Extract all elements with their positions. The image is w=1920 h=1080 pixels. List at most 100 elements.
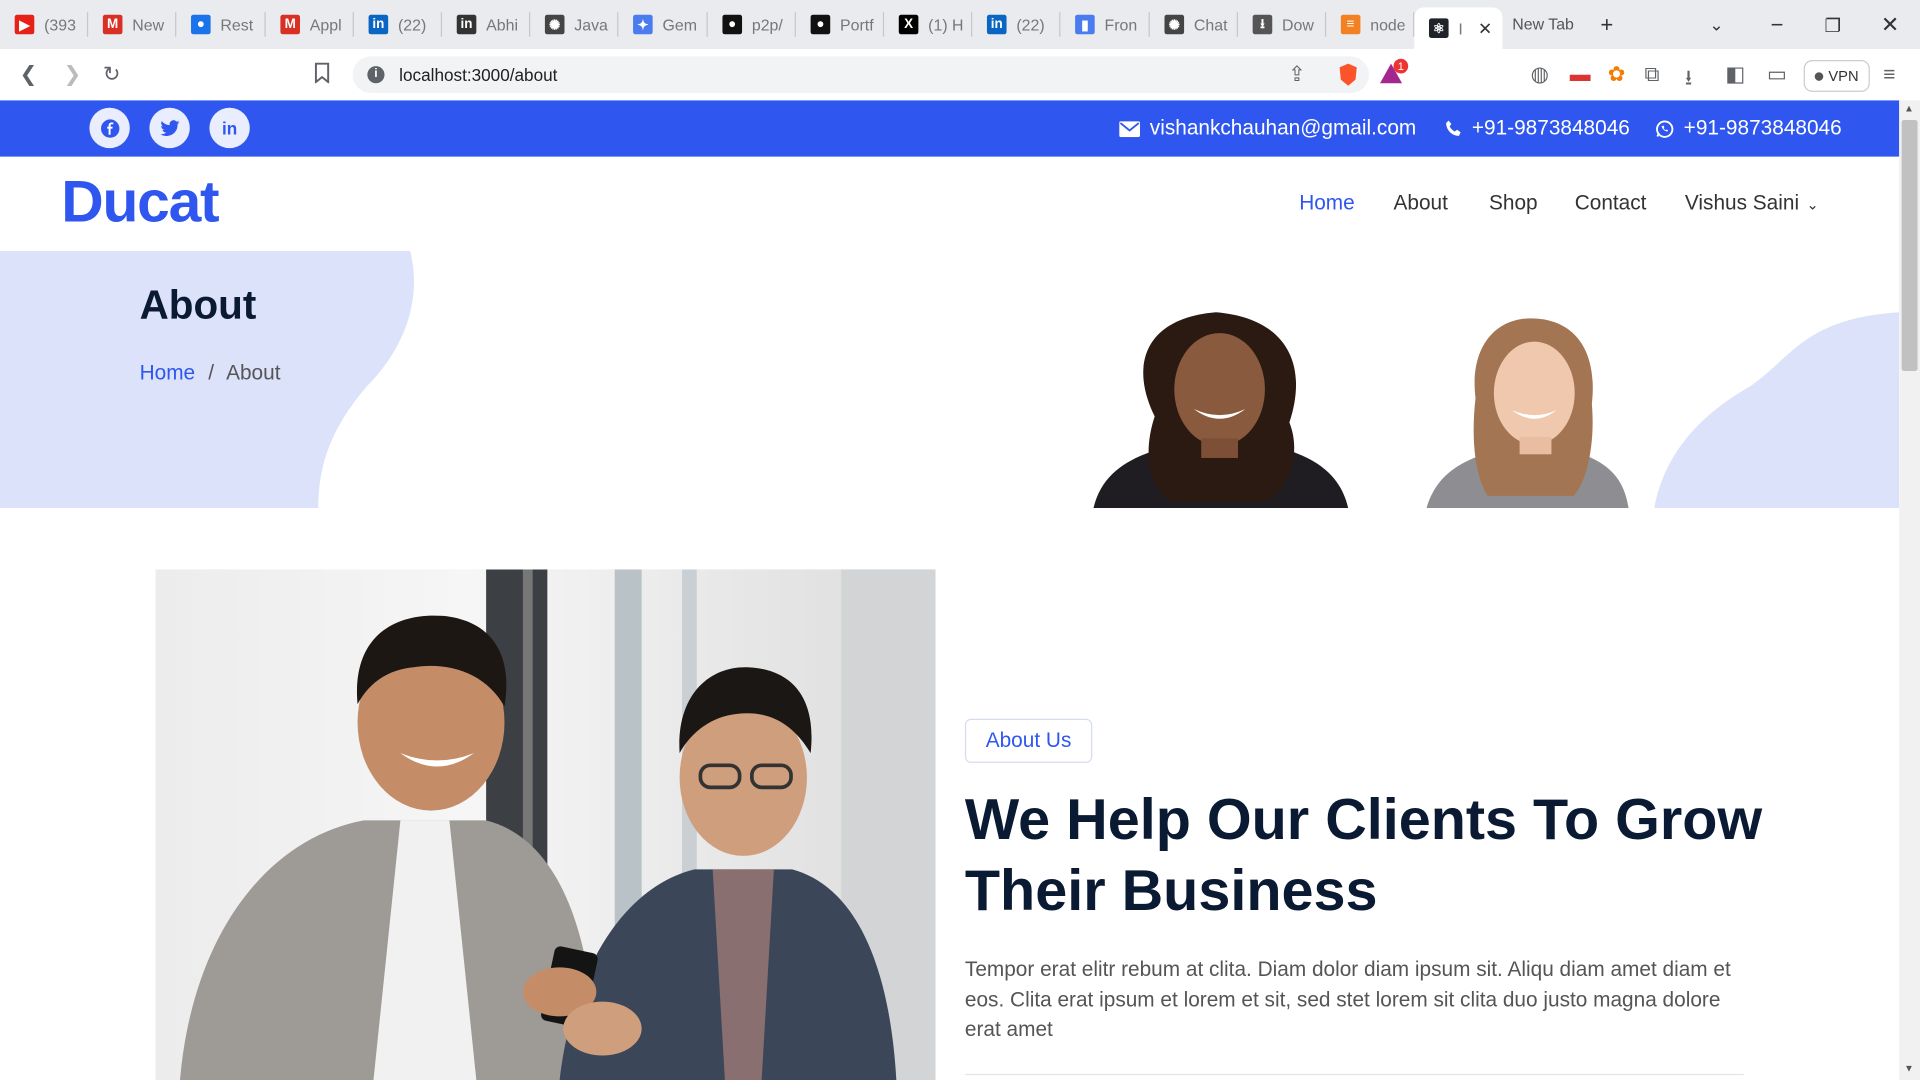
tab-label: (22) xyxy=(397,15,427,34)
github-icon: ● xyxy=(722,14,743,35)
brand-logo[interactable]: Ducat xyxy=(61,169,219,236)
browser-tab[interactable]: in Abhi xyxy=(442,7,530,41)
nav-home[interactable]: Home xyxy=(1299,191,1355,215)
extension-red-icon[interactable]: ▬ xyxy=(1570,62,1591,86)
tab-separator xyxy=(1324,12,1327,37)
breadcrumb-separator: / xyxy=(208,361,215,385)
openai-icon: ✺ xyxy=(1164,14,1185,35)
gmail-icon: M xyxy=(102,14,123,35)
tab-label: New xyxy=(132,15,165,34)
url-text[interactable]: localhost:3000/about xyxy=(399,65,557,85)
breadcrumb-home[interactable]: Home xyxy=(140,361,196,384)
envelope-icon xyxy=(1119,120,1141,137)
nav-shop[interactable]: Shop xyxy=(1489,191,1538,215)
tab-separator xyxy=(175,12,177,37)
wallet-icon[interactable]: ▭ xyxy=(1767,62,1787,86)
browser-tab[interactable]: ● Rest xyxy=(176,7,264,41)
x-icon: X xyxy=(898,14,919,35)
tab-separator xyxy=(706,12,708,37)
browser-tab[interactable]: in (22) xyxy=(354,7,442,41)
close-window-icon[interactable]: ✕ xyxy=(1881,12,1899,38)
browser-tab[interactable]: ≡ node xyxy=(1326,7,1414,41)
business-people-illustration xyxy=(180,569,936,1080)
address-bar[interactable]: i localhost:3000/about xyxy=(352,56,1369,94)
nav-about[interactable]: About xyxy=(1393,191,1447,215)
browser-tab[interactable]: ✦ Gem xyxy=(618,7,706,41)
whatsapp-text: +91-9873848046 xyxy=(1683,116,1842,140)
tab-label: Rest xyxy=(220,15,254,34)
tab-separator xyxy=(528,12,531,37)
linkedin-icon: in xyxy=(368,14,389,35)
reload-icon[interactable]: ↻ xyxy=(103,62,120,86)
tab-label: Fron xyxy=(1104,15,1138,34)
nav-user-name: Vishus Saini xyxy=(1684,191,1800,215)
tab-close-icon[interactable]: ✕ xyxy=(1478,18,1492,39)
linkedin-icon: in xyxy=(456,14,477,35)
tab-separator xyxy=(440,12,443,37)
tab-search-chevron-icon[interactable]: ⌄ xyxy=(1709,15,1723,36)
browser-tab[interactable]: ● p2p/ xyxy=(708,7,796,41)
back-icon[interactable]: ❮ xyxy=(20,62,37,86)
browser-tab[interactable]: M Appl xyxy=(266,7,354,41)
browser-tab[interactable]: ✺ Chat xyxy=(1150,7,1238,41)
tab-label: (1) H xyxy=(928,15,963,34)
tab-label: Dow xyxy=(1282,15,1314,34)
sidebar-icon[interactable]: ◧ xyxy=(1725,62,1745,86)
share-icon[interactable]: ⇪ xyxy=(1288,62,1305,86)
brave-shield-icon[interactable] xyxy=(1337,62,1359,93)
extensions-puzzle-icon[interactable]: ⧉ xyxy=(1645,62,1660,86)
browser-tab[interactable]: in (22) xyxy=(972,7,1060,41)
email-text: vishankchauhan@gmail.com xyxy=(1149,116,1417,140)
extension-orange-icon[interactable]: ✿ xyxy=(1608,62,1625,86)
twitter-icon[interactable] xyxy=(149,107,190,149)
browser-tab[interactable]: ● Portf xyxy=(796,7,884,41)
downloads-icon[interactable]: ⭳ xyxy=(1685,62,1692,98)
tab-separator xyxy=(882,12,885,37)
scroll-down-icon[interactable]: ▼ xyxy=(1904,1063,1914,1074)
browser-tab[interactable]: ⭳ Dow xyxy=(1238,7,1326,41)
linkedin-icon: in xyxy=(986,14,1007,35)
browser-tab[interactable]: ⚛ I ✕ xyxy=(1414,7,1503,49)
tab-separator xyxy=(264,12,266,37)
tab-separator xyxy=(1413,12,1415,37)
browser-tab[interactable]: ▶ (393 xyxy=(0,7,88,41)
extension-circle-icon[interactable]: ◍ xyxy=(1531,62,1549,86)
tab-separator xyxy=(352,12,354,37)
tab-label: (22) xyxy=(1016,15,1045,34)
whatsapp-icon xyxy=(1656,119,1674,138)
contacts-icon: ● xyxy=(191,14,211,35)
nav-contact[interactable]: Contact xyxy=(1575,191,1647,215)
restore-icon[interactable]: ❐ xyxy=(1825,15,1841,37)
nav-user-dropdown[interactable]: Vishus Saini ⌄ xyxy=(1685,191,1819,215)
scrollbar-thumb[interactable] xyxy=(1901,120,1918,372)
browser-tab[interactable]: ▮ Fron xyxy=(1060,7,1148,41)
contact-phone[interactable]: +91-9873848046 xyxy=(1445,116,1630,140)
contact-whatsapp[interactable]: +91-9873848046 xyxy=(1656,116,1842,140)
linkedin-icon[interactable]: in xyxy=(209,107,250,149)
browser-tab[interactable]: ✺ Javas xyxy=(530,7,618,41)
gemini-icon: ✦ xyxy=(633,14,653,35)
about-headline: We Help Our Clients To Grow Their Busine… xyxy=(964,786,1763,923)
browser-tab[interactable]: M New xyxy=(88,7,176,41)
scroll-up-icon[interactable]: ▲ xyxy=(1904,103,1914,114)
tab-label: Appl xyxy=(309,15,342,34)
bookmark-icon[interactable] xyxy=(313,62,330,89)
site-info-icon[interactable]: i xyxy=(367,66,385,84)
forward-icon[interactable]: ❯ xyxy=(64,62,81,86)
minimize-icon[interactable]: − xyxy=(1771,12,1784,38)
browser-tab[interactable]: X (1) H xyxy=(884,7,972,41)
new-tab-plus-icon[interactable]: + xyxy=(1600,12,1613,38)
vpn-status-icon xyxy=(1814,71,1824,81)
breadcrumb-current: About xyxy=(226,361,281,385)
tab-new-tab[interactable]: New Tab xyxy=(1512,15,1574,33)
tab-separator xyxy=(1236,12,1238,37)
contact-email[interactable]: vishankchauhan@gmail.com xyxy=(1119,116,1416,140)
breadcrumb: Home / About xyxy=(140,361,281,385)
facebook-icon[interactable] xyxy=(89,107,130,149)
page-header xyxy=(0,251,1900,509)
vpn-button[interactable]: VPN xyxy=(1803,60,1870,92)
tab-label: p2p/ xyxy=(751,15,783,34)
menu-icon[interactable]: ≡ xyxy=(1883,62,1895,86)
tab-label: Gem xyxy=(662,15,697,34)
browser-toolbar: ❮ ❯ ↻ i localhost:3000/about ⇪ 1 ◍ ▬ ✿ ⧉… xyxy=(0,48,1920,102)
